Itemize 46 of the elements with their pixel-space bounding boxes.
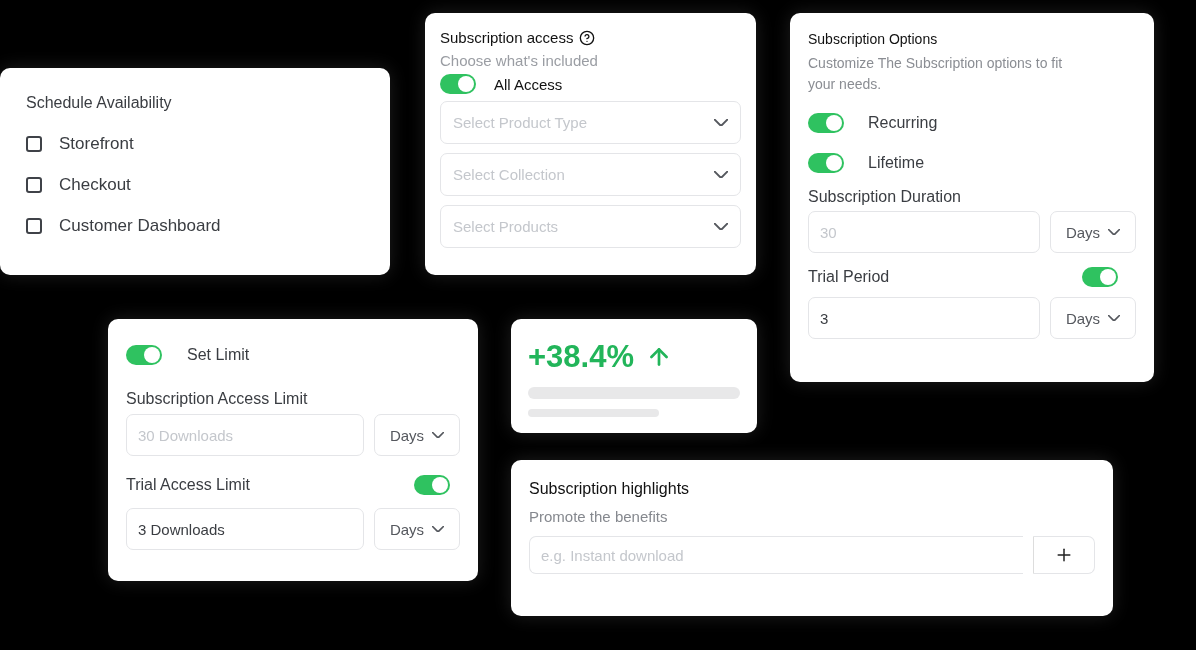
chevron-down-icon [432,525,445,533]
field-label: Subscription Access Limit [126,390,309,408]
unit-dropdown[interactable]: Days [1050,297,1136,339]
checkbox[interactable] [26,177,42,193]
unit-dropdown[interactable]: Days [1050,211,1136,253]
toggle-switch[interactable] [1082,267,1118,287]
toggle-switch[interactable] [414,475,450,495]
toggle-switch[interactable] [808,113,844,133]
card-title: Subscription access [440,29,574,46]
toggle-label: All Access [494,75,563,93]
checkbox-label: Storefront [59,134,134,154]
add-button[interactable] [1033,536,1095,574]
unit-dropdown[interactable]: Days [374,414,460,456]
chevron-down-icon [1108,314,1121,322]
toggle-label: Lifetime [868,154,925,172]
toggle-switch[interactable] [440,74,476,94]
chevron-down-icon [432,431,445,439]
checkbox[interactable] [26,218,42,234]
field-label: Trial Access Limit [126,476,250,494]
card-title: Subscription Options [808,31,939,47]
card-subtitle: Choose what's included [440,51,599,71]
toggle-label: Set Limit [187,346,250,364]
checkbox-label: Customer Dashboard [59,216,221,236]
input-field[interactable]: 30 [808,211,1040,253]
chevron-down-icon [714,170,728,179]
chevron-down-icon [714,118,728,127]
card-title: Subscription highlights [529,480,691,498]
input-field[interactable]: 30 Downloads [126,414,364,456]
field-label: Trial Period [808,268,890,286]
card-description: Customize The Subscription options to fit your needs. [808,54,1064,94]
toggle-label: Recurring [868,114,938,132]
stat-value: +38.4% [528,339,634,375]
field-label: Subscription Duration [808,188,962,206]
checkbox-label: Checkout [59,175,131,195]
checkbox[interactable] [26,136,42,152]
toggle-switch[interactable] [808,153,844,173]
input-field[interactable]: 3 Downloads [126,508,364,550]
input-field[interactable]: e.g. Instant download [529,536,1023,574]
card-subtitle: Promote the benefits [529,507,669,527]
unit-dropdown[interactable]: Days [374,508,460,550]
chevron-down-icon [714,222,728,231]
help-icon[interactable] [579,29,596,46]
toggle-switch[interactable] [126,345,162,365]
card-title: Schedule Availability [26,94,173,112]
chevron-down-icon [1108,228,1121,236]
input-field[interactable]: 3 [808,297,1040,339]
